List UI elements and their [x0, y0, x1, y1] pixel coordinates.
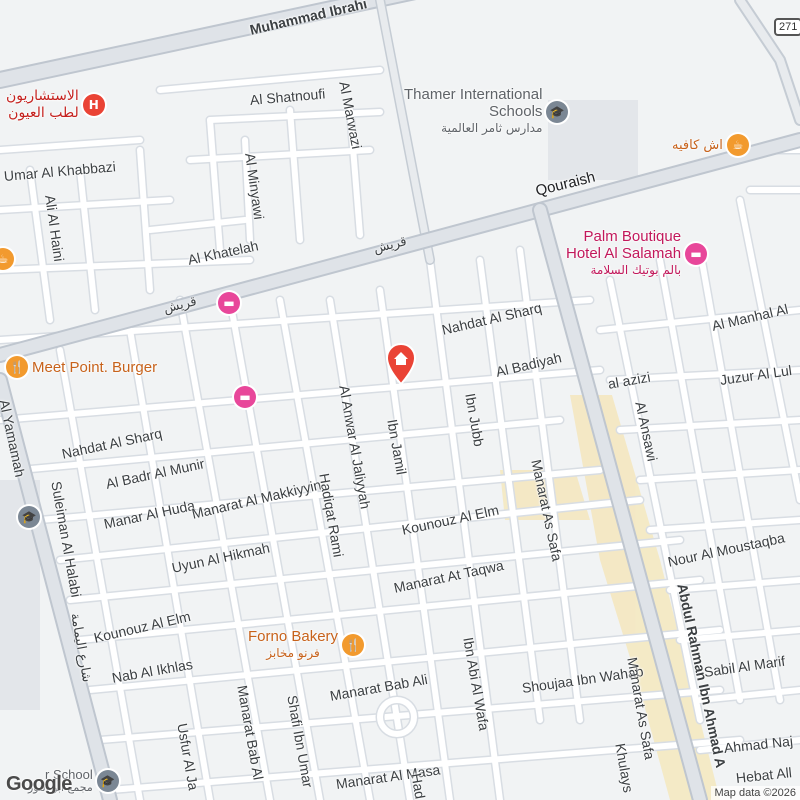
poi-thamer-name-2: Schools: [489, 103, 543, 120]
poi-hotel-left[interactable]: ▬: [218, 292, 240, 314]
school-icon: 🎓: [18, 506, 40, 528]
school-icon: 🎓: [96, 770, 119, 792]
poi-forno-name-ar: فرنو مخابز: [266, 646, 320, 660]
hotel-icon: ▬: [234, 386, 256, 408]
poi-meet-point[interactable]: 🍴 Meet Point. Burger: [6, 356, 157, 378]
cafe-icon: ☕: [726, 134, 749, 156]
map-canvas[interactable]: Muhammad Ibrahi Al Marwazi Al Shatnoufi …: [0, 0, 800, 800]
poi-meet-point-name: Meet Point. Burger: [32, 358, 158, 376]
poi-forno-bakery[interactable]: Forno Bakery فرنو مخابز 🍴: [248, 628, 365, 662]
poi-eye-clinic-name-1: الاستشاريون: [6, 88, 79, 104]
google-logo-text: Google: [6, 773, 72, 795]
home-icon[interactable]: [386, 343, 416, 385]
poi-palm-name-ar: بالم بوتيك السلامة: [590, 263, 682, 277]
poi-thamer-school[interactable]: Thamer International Schools مدارس ثامر …: [404, 86, 569, 137]
hotel-icon: ▬: [685, 242, 708, 265]
poi-hotel-mid[interactable]: ▬: [234, 386, 256, 408]
poi-palm-name-1: Palm Boutique: [583, 228, 682, 245]
hospital-icon: H: [82, 94, 105, 116]
poi-forno-name: Forno Bakery: [248, 628, 339, 645]
poi-eye-clinic-name-2: لطب العيون: [8, 105, 79, 121]
restaurant-icon: 🍴: [342, 634, 365, 656]
hotel-icon: ▬: [218, 292, 240, 314]
school-icon: 🎓: [546, 100, 569, 123]
cafe-icon: ☕: [0, 248, 14, 270]
poi-thamer-name-ar: مدارس ثامر العالمية: [441, 121, 543, 135]
poi-school-left[interactable]: 🎓: [18, 506, 40, 528]
poi-ash-cafe[interactable]: اش كافيه ☕: [672, 134, 749, 156]
poi-eye-clinic[interactable]: الاستشاريون لطب العيون H: [6, 88, 105, 122]
poi-cafe-left[interactable]: ☕: [0, 248, 14, 270]
restaurant-icon: 🍴: [6, 356, 28, 378]
poi-ash-cafe-name: اش كافيه: [672, 137, 723, 153]
google-logo: Google: [6, 773, 72, 796]
poi-palm-name-2: Hotel Al Salamah: [566, 245, 682, 262]
route-shield: 271: [774, 18, 800, 36]
map-attribution[interactable]: Map data ©2026: [710, 786, 800, 800]
poi-thamer-name-1: Thamer International: [404, 86, 543, 103]
poi-palm-boutique[interactable]: Palm Boutique Hotel Al Salamah بالم بوتي…: [566, 228, 708, 279]
